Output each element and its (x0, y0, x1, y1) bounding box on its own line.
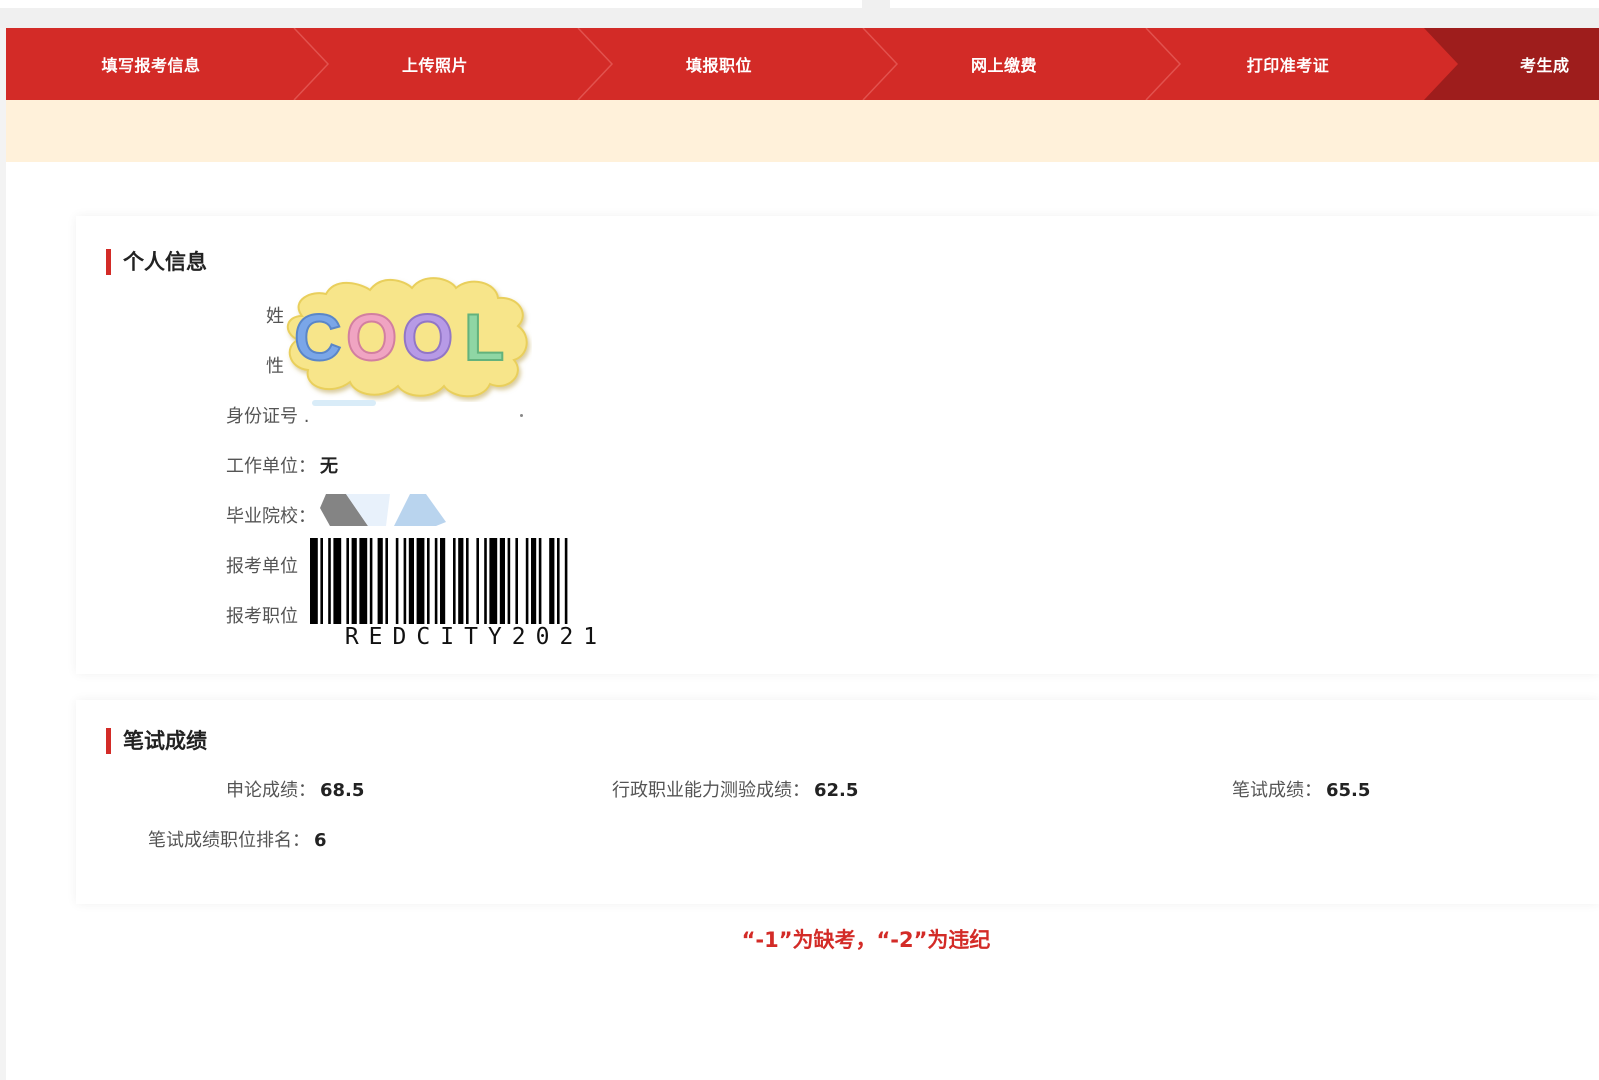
rank-field: 笔试成绩职位排名： 6 (148, 826, 327, 852)
step-upload-photo[interactable]: 上传照片 (290, 28, 580, 100)
barcode-bar (538, 538, 542, 626)
written-scores-card: 笔试成绩 申论成绩： 68.5 行政职业能力测验成绩： 62.5 笔试成绩： 65.5… (76, 700, 1599, 904)
top-card-right (890, 0, 1599, 8)
apply-position-label: 报考职位 (226, 606, 298, 627)
page: 填写报考信息 上传照片 填报职位 网上缴费 打印准考证 考生成 个人信息 姓 性… (6, 28, 1599, 1080)
barcode-bar (320, 538, 323, 626)
step-label: 上传照片 (401, 56, 468, 75)
apply-unit-field: 报考单位 (226, 552, 298, 578)
barcode-bar (557, 538, 560, 626)
id-number-redaction (312, 400, 376, 406)
apply-position-field: 报考职位 (226, 602, 298, 628)
barcode-bar (403, 538, 407, 626)
employer-field: 工作单位：无 (226, 452, 338, 478)
barcode-bar (369, 538, 373, 626)
step-label: 填写报考信息 (101, 56, 201, 75)
step-label: 网上缴费 (970, 56, 1037, 75)
step-candidate-score[interactable]: 考生成 (1424, 28, 1599, 100)
barcode-bar (564, 538, 568, 626)
id-number-label: 身份证号 (226, 406, 298, 427)
barcode-icon (310, 538, 642, 628)
barcode-bar (440, 538, 446, 626)
barcode-text: REDCITY2021 (310, 624, 642, 650)
employer-label: 工作单位： (226, 456, 316, 477)
sticker-letter: C (294, 300, 342, 374)
id-number-field: 身份证号 . (226, 406, 310, 427)
xingce-score-field: 行政职业能力测验成绩： 62.5 (612, 776, 858, 802)
barcode-bar (484, 538, 487, 626)
barcode-bar (531, 538, 537, 626)
employer-value: 无 (320, 456, 338, 477)
barcode-bar (434, 538, 438, 626)
score-legend-note: “-1”为缺考，“-2”为违纪 (741, 928, 991, 952)
written-score-label: 笔试成绩： (1232, 780, 1322, 801)
school-field: 毕业院校： (226, 502, 316, 528)
barcode-bar (515, 538, 518, 626)
written-score-value: 65.5 (1326, 780, 1371, 801)
barcode-bar (466, 538, 469, 626)
rank-value: 6 (314, 830, 327, 851)
barcode-bar (359, 538, 368, 626)
step-print-admission[interactable]: 打印准考证 (1143, 28, 1433, 100)
barcode-bar (408, 538, 414, 626)
xingce-score-label: 行政职业能力测验成绩： (612, 780, 810, 801)
barcode-bar (310, 538, 318, 626)
barcode-bar (385, 538, 388, 626)
apply-unit-label: 报考单位 (226, 556, 298, 577)
section-title: 个人信息 (106, 249, 207, 275)
top-card-left (0, 0, 862, 8)
barcode-bar (427, 538, 430, 626)
barcode-bar (416, 538, 425, 626)
barcode-bar (328, 538, 331, 626)
barcode-bar (333, 538, 342, 626)
sticker-letter: L (464, 300, 504, 374)
step-fill-info[interactable]: 填写报考信息 (6, 28, 296, 100)
step-label: 填报职位 (685, 56, 752, 75)
step-online-payment[interactable]: 网上缴费 (859, 28, 1149, 100)
written-score-field: 笔试成绩： 65.5 (1232, 776, 1370, 802)
barcode-bar (458, 538, 464, 626)
school-label: 毕业院校： (226, 506, 316, 527)
step-label: 考生成 (1520, 56, 1570, 75)
cool-sticker-icon: C O O L (287, 277, 528, 398)
id-number-redaction-dot (520, 414, 523, 417)
barcode-bar (351, 538, 357, 626)
barcode-bar (453, 538, 456, 626)
rank-label: 笔试成绩职位排名： (148, 830, 310, 851)
sticker-letter: O (346, 300, 397, 374)
shenlun-score-value: 68.5 (320, 780, 365, 801)
shenlun-score-label: 申论成绩： (226, 780, 316, 801)
top-strip (0, 0, 1599, 28)
barcode-bar (507, 538, 511, 626)
notice-band (6, 100, 1599, 162)
barcode-bar (499, 538, 505, 626)
barcode-bar (476, 538, 479, 626)
sticker-letter: O (402, 300, 453, 374)
step-progress-bar: 填写报考信息 上传照片 填报职位 网上缴费 打印准考证 考生成 (6, 28, 1599, 100)
step-label: 打印准考证 (1246, 56, 1330, 75)
school-redaction-icon (320, 494, 446, 526)
barcode-bar (489, 538, 498, 626)
section-title: 笔试成绩 (106, 728, 207, 754)
step-fill-position[interactable]: 填报职位 (574, 28, 864, 100)
barcode-bar (377, 538, 383, 626)
barcode-bar (525, 538, 529, 626)
barcode-bar (346, 538, 349, 626)
xingce-score-value: 62.5 (814, 780, 859, 801)
shenlun-score-field: 申论成绩： 68.5 (226, 776, 364, 802)
barcode-bar (395, 538, 399, 626)
personal-info-card: 个人信息 姓 性 C O O L 身份证号 . 工作单位： 无 毕业院校： 报考… (76, 216, 1599, 674)
barcode-bar (549, 538, 555, 626)
